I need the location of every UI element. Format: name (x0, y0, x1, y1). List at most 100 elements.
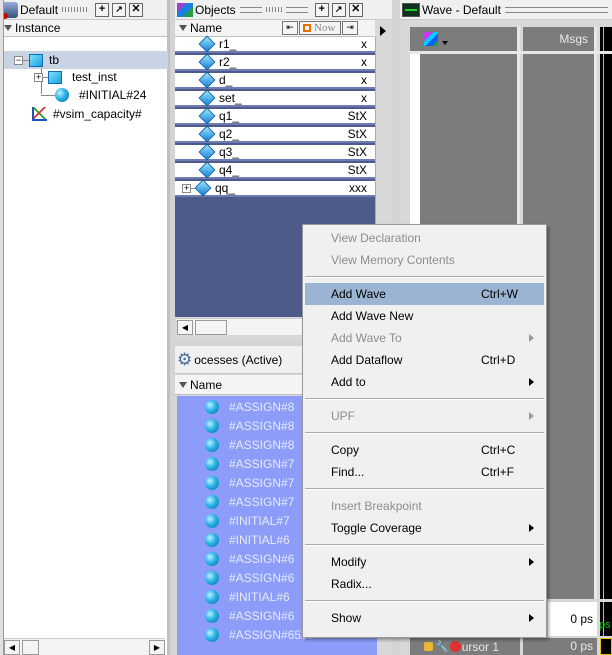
cursor-row[interactable]: 🔧 ursor 1 (410, 638, 520, 655)
menu-item-add-wave-new[interactable]: Add Wave New (305, 305, 544, 327)
object-row-q4[interactable]: q4_ StX (175, 161, 375, 179)
cursor-value: 0 ps (570, 639, 593, 653)
object-row-q3[interactable]: q3_ StX (175, 143, 375, 161)
pane-close-button[interactable]: ✕ (129, 2, 144, 17)
tree-item-initial-24[interactable]: #INITIAL#24 (41, 86, 146, 104)
menu-item-label: Modify (331, 555, 367, 569)
cursor-label: ursor 1 (461, 639, 500, 654)
process-icon (205, 438, 219, 452)
waveform-area[interactable] (600, 54, 612, 599)
process-icon (205, 476, 219, 490)
now-value-cell: 0 ps (548, 602, 597, 636)
scroll-right-button[interactable]: ▶ (149, 640, 165, 655)
wave-header-area (600, 27, 612, 51)
pane-undock-button[interactable]: ↗ (331, 2, 346, 17)
scroll-left-button[interactable]: ◀ (4, 640, 20, 655)
scroll-thumb[interactable] (22, 640, 39, 655)
submenu-arrow-icon (529, 412, 534, 420)
column-scroll-right-icon[interactable] (380, 26, 386, 36)
objects-name-column: Name (190, 21, 223, 35)
objects-column-header[interactable]: Name ⇤ Now ⇥ (175, 20, 375, 37)
instance-column-header[interactable]: Instance (0, 20, 167, 37)
object-name: q4_ (219, 163, 240, 177)
tree-item-label: #INITIAL#24 (79, 88, 147, 102)
menu-separator (305, 432, 544, 434)
object-row-q1[interactable]: q1_ StX (175, 107, 375, 125)
tree-item-tb[interactable]: − tb (0, 51, 168, 69)
msgs-column-header: Msgs (523, 27, 597, 51)
instance-h-scrollbar[interactable]: ◀ ▶ (4, 638, 165, 655)
object-row-d[interactable]: d_ x (175, 71, 375, 89)
pane-add-button[interactable]: + (95, 2, 110, 17)
cursor-value-cell: 0 ps (523, 638, 597, 655)
collapse-icon[interactable]: − (14, 55, 23, 65)
object-row-r1[interactable]: r1_ x (175, 35, 375, 53)
object-row-q2[interactable]: q2_ StX (175, 125, 375, 143)
instance-pane-titlebar[interactable]: Default + ↗ ✕ (0, 0, 167, 20)
menu-item-radix[interactable]: Radix... (305, 573, 544, 595)
pane-undock-button[interactable]: ↗ (112, 2, 127, 17)
menu-separator (305, 398, 544, 400)
instance-column-label: Instance (15, 21, 61, 35)
process-icon (205, 609, 219, 623)
drag-grip[interactable] (62, 7, 89, 12)
prev-edge-button[interactable]: ⇤ (282, 21, 298, 35)
pane-add-button[interactable]: + (314, 2, 329, 17)
menu-item-label: Add Wave New (331, 309, 414, 323)
wave-pane-titlebar[interactable]: Wave - Default (400, 0, 612, 20)
wrench-icon[interactable]: 🔧 (435, 640, 449, 653)
object-row-qq[interactable]: + qq_ xxx (175, 179, 375, 197)
menu-item-add-to[interactable]: Add to (305, 371, 544, 393)
menu-separator (305, 544, 544, 546)
object-value: xxx (349, 181, 367, 195)
signal-icon (194, 179, 212, 197)
object-name: r1_ (219, 37, 237, 51)
menu-item-find[interactable]: Find... Ctrl+F (305, 461, 544, 483)
signal-icon (198, 71, 216, 89)
scroll-thumb[interactable] (195, 320, 227, 335)
menu-item-add-wave[interactable]: Add Wave Ctrl+W (305, 283, 544, 305)
left-border (0, 0, 4, 655)
menu-item-copy[interactable]: Copy Ctrl+C (305, 439, 544, 461)
lock-icon[interactable] (424, 642, 433, 651)
module-icon (48, 70, 62, 84)
drag-grip[interactable] (239, 6, 262, 13)
submenu-arrow-icon (529, 614, 534, 622)
menu-item-upf[interactable]: UPF (305, 405, 544, 427)
object-row-r2[interactable]: r2_ x (175, 53, 375, 71)
sort-icon (4, 25, 12, 31)
object-row-set[interactable]: set_ x (175, 89, 375, 107)
next-edge-button[interactable]: ⇥ (342, 21, 358, 35)
menu-item-view-memory-contents[interactable]: View Memory Contents (305, 249, 544, 271)
menu-item-label: Insert Breakpoint (331, 499, 422, 513)
drag-grip[interactable] (265, 7, 282, 12)
menu-item-toggle-coverage[interactable]: Toggle Coverage (305, 517, 544, 539)
drag-grip[interactable] (504, 6, 608, 13)
delete-cursor-icon[interactable] (449, 641, 461, 652)
dropdown-arrow-icon[interactable] (442, 41, 448, 45)
module-icon (29, 53, 43, 67)
tree-item-vsim-capacity[interactable]: #vsim_capacity# (32, 105, 142, 123)
menu-item-modify[interactable]: Modify (305, 551, 544, 573)
processes-name-column: Name (190, 377, 223, 392)
menu-item-insert-breakpoint[interactable]: Insert Breakpoint (305, 495, 544, 517)
drag-grip[interactable] (285, 6, 308, 13)
menu-item-label: Add Wave To (331, 331, 402, 345)
menu-item-shortcut: Ctrl+C (481, 443, 516, 457)
pane-close-button[interactable]: ✕ (348, 2, 363, 17)
expand-icon[interactable]: + (34, 72, 43, 82)
object-value: StX (347, 163, 367, 177)
menu-item-view-declaration[interactable]: View Declaration (305, 227, 544, 249)
now-button[interactable]: Now (299, 21, 341, 35)
scroll-left-button[interactable]: ◀ (177, 320, 193, 335)
tree-item-test-inst[interactable]: + test_inst (34, 68, 117, 86)
menu-item-add-wave-to[interactable]: Add Wave To (305, 327, 544, 349)
objects-pane-titlebar[interactable]: Objects + ↗ ✕ (175, 0, 392, 20)
add-signal-dropdown[interactable] (424, 32, 438, 46)
process-icon (205, 514, 219, 528)
expand-icon[interactable]: + (182, 183, 191, 193)
menu-item-add-dataflow[interactable]: Add Dataflow Ctrl+D (305, 349, 544, 371)
menu-item-label: Copy (331, 443, 360, 457)
menu-item-show[interactable]: Show (305, 607, 544, 629)
menu-item-label: View Declaration (331, 231, 421, 245)
